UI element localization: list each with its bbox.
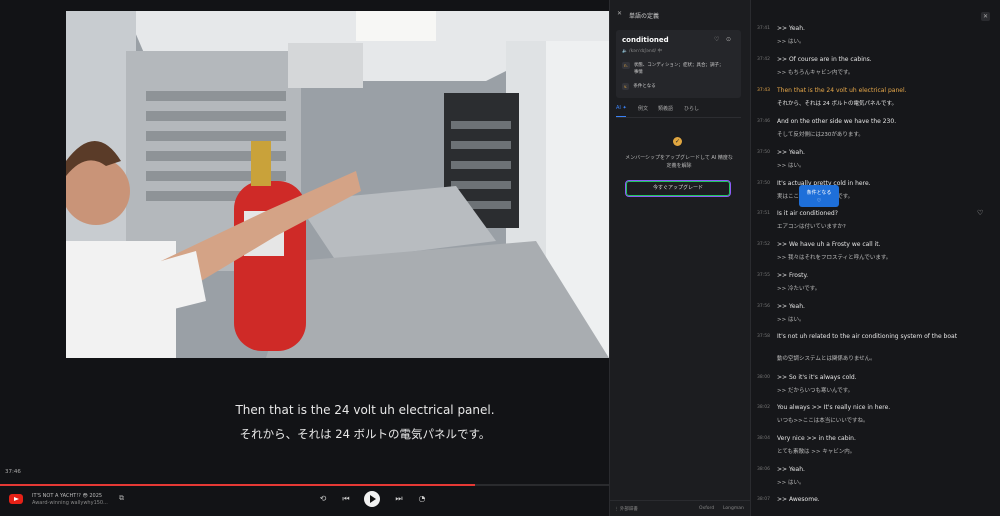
word-card: conditioned ♡ ⊙ 🔈 /kənˈdɪʃənd/ 中 n. 状態、コン… (616, 30, 741, 98)
upgrade-message: メンバーシップをアップグレードして AI 精度な定義を解除 (625, 155, 733, 169)
pronunciation-text: /kənˈdɪʃənd/ 中 (629, 49, 662, 54)
line-english[interactable]: >> Yeah. (777, 149, 805, 156)
oxford-link[interactable]: Oxford (699, 506, 714, 511)
dictionary-tabs: AI ✦ 例文 類義語 ひらし (616, 105, 741, 115)
line-english[interactable]: You always >> It's really nice in here. (777, 404, 890, 411)
line-japanese: そして反対側には230があります。 (777, 132, 864, 138)
line-japanese: >> もちろんキャビン内です。 (777, 70, 854, 76)
tab-ai[interactable]: AI ✦ (616, 105, 627, 111)
timestamp: 38:02 (757, 405, 770, 410)
youtube-logo-icon (9, 494, 23, 504)
dictionary-word: conditioned (622, 36, 669, 44)
word-tooltip[interactable]: 条件となる ♡ (799, 185, 839, 207)
line-japanese: >> はい。 (777, 317, 805, 323)
tab-examples[interactable]: 例文 (638, 105, 648, 112)
dictionary-footer: ⋮ 外部辞書 Oxford Longman (609, 500, 750, 516)
part-of-speech: v. (622, 83, 630, 90)
external-dictionary-link[interactable]: ⋮ 外部辞書 (614, 506, 638, 512)
video-scene-image (66, 11, 609, 358)
line-english[interactable]: >> Awesome. (777, 496, 820, 503)
line-japanese: >> 我々はそれをフロスティと呼んでいます。 (777, 255, 892, 261)
timestamp: 38:06 (757, 467, 770, 472)
tooltip-label: 条件となる (806, 190, 832, 196)
player-controls: IT'S NOT A YACHT!? 😳 2025 Award-winning … (0, 486, 609, 516)
line-english[interactable]: >> Frosty. (777, 272, 808, 279)
heart-icon[interactable]: ♡ (799, 198, 839, 204)
line-english[interactable]: Is it air conditioned? (777, 210, 838, 217)
line-japanese: >> はい。 (777, 39, 805, 45)
line-english[interactable]: And on the other side we have the 230. (777, 118, 896, 125)
line-japanese: >> 冷たいです。 (777, 286, 821, 292)
line-japanese: いつも>>ここは本当にいいですね。 (777, 418, 869, 424)
timestamp: 37:43 (757, 88, 770, 93)
tab-hiragana[interactable]: ひらし (684, 105, 699, 112)
definition-row: n. 状態、コンディション；症状；具合；調子；事情 (622, 62, 734, 76)
timestamp: 37:50 (757, 181, 770, 186)
dictionary-header: 単語の定義 (629, 13, 660, 20)
pronunciation: 🔈 /kənˈdɪʃənd/ 中 (622, 48, 662, 54)
timestamp: 37:46 (757, 119, 770, 124)
previous-icon[interactable]: ⏮ (341, 494, 351, 504)
line-english[interactable]: >> Yeah. (777, 25, 805, 32)
definition-text: 条件となる (633, 84, 656, 89)
timestamp: 38:04 (757, 436, 770, 441)
timestamp: 38:07 (757, 497, 770, 502)
timestamp: 37:42 (757, 57, 770, 62)
line-japanese: >> だからいつも寒いんです。 (777, 388, 854, 394)
speed-icon[interactable]: ◔ (417, 494, 427, 504)
timestamp: 38:00 (757, 375, 770, 380)
line-japanese: それから、それは 24 ボルトの電気パネルです。 (777, 101, 897, 107)
line-japanese: >> はい。 (777, 480, 805, 486)
channel-title[interactable]: IT'S NOT A YACHT!? 😳 2025 (32, 493, 102, 499)
app-root: Then that is the 24 volt uh electrical p… (0, 0, 1000, 516)
upgrade-badge-icon: ✓ (673, 137, 682, 146)
line-english[interactable]: >> Yeah. (777, 303, 805, 310)
line-english[interactable]: >> Yeah. (777, 466, 805, 473)
line-english[interactable]: It's not uh related to the air condition… (777, 333, 957, 340)
external-link-icon[interactable]: ⧉ (119, 495, 126, 502)
part-of-speech: n. (622, 62, 630, 69)
heart-icon[interactable]: ♡ (977, 209, 983, 217)
upgrade-button[interactable]: 今すぐアップグレード (625, 180, 731, 197)
timestamp: 37:58 (757, 334, 770, 339)
heart-icon[interactable]: ♡ (714, 36, 719, 43)
current-time: 37:46 (5, 469, 21, 475)
timestamp: 37:52 (757, 242, 770, 247)
channel-subtitle: Award-winning wallywhy150... (32, 500, 108, 506)
definition-row: v. 条件となる (622, 83, 734, 90)
line-english[interactable]: Then that is the 24 volt uh electrical p… (777, 87, 907, 94)
info-icon[interactable]: ⊙ (726, 36, 731, 43)
line-japanese: 動の空調システムとは関係ありません。 (777, 356, 876, 362)
line-english[interactable]: >> So it's it's always cold. (777, 374, 857, 381)
line-english[interactable]: Very nice >> in the cabin. (777, 435, 856, 442)
tab-synonyms[interactable]: 類義語 (658, 105, 673, 112)
timestamp: 37:56 (757, 304, 770, 309)
close-icon[interactable]: ✕ (617, 10, 622, 17)
timestamp: 37:50 (757, 150, 770, 155)
play-button[interactable] (364, 491, 380, 507)
tab-divider (616, 117, 741, 118)
close-transcript-icon[interactable]: ✕ (981, 12, 990, 21)
definition-text: 状態、コンディション；症状；具合；調子；事情 (633, 63, 724, 75)
timestamp: 37:55 (757, 273, 770, 278)
line-japanese: >> はい。 (777, 163, 805, 169)
timestamp: 37:51 (757, 211, 770, 216)
speaker-icon[interactable]: 🔈 (622, 49, 628, 54)
timestamp: 37:41 (757, 26, 770, 31)
longman-link[interactable]: Longman (723, 506, 744, 511)
video-pane: Then that is the 24 volt uh electrical p… (0, 0, 609, 516)
video-frame[interactable] (66, 11, 609, 358)
line-japanese: とても素敵は >> キャビン内。 (777, 449, 856, 455)
line-japanese: エアコンは付いていますか? (777, 224, 846, 230)
line-english[interactable]: >> We have uh a Frosty we call it. (777, 241, 880, 248)
line-english[interactable]: >> Of course are in the cabins. (777, 56, 872, 63)
next-icon[interactable]: ⏭ (394, 494, 404, 504)
loop-icon[interactable]: ⟲ (318, 494, 328, 504)
